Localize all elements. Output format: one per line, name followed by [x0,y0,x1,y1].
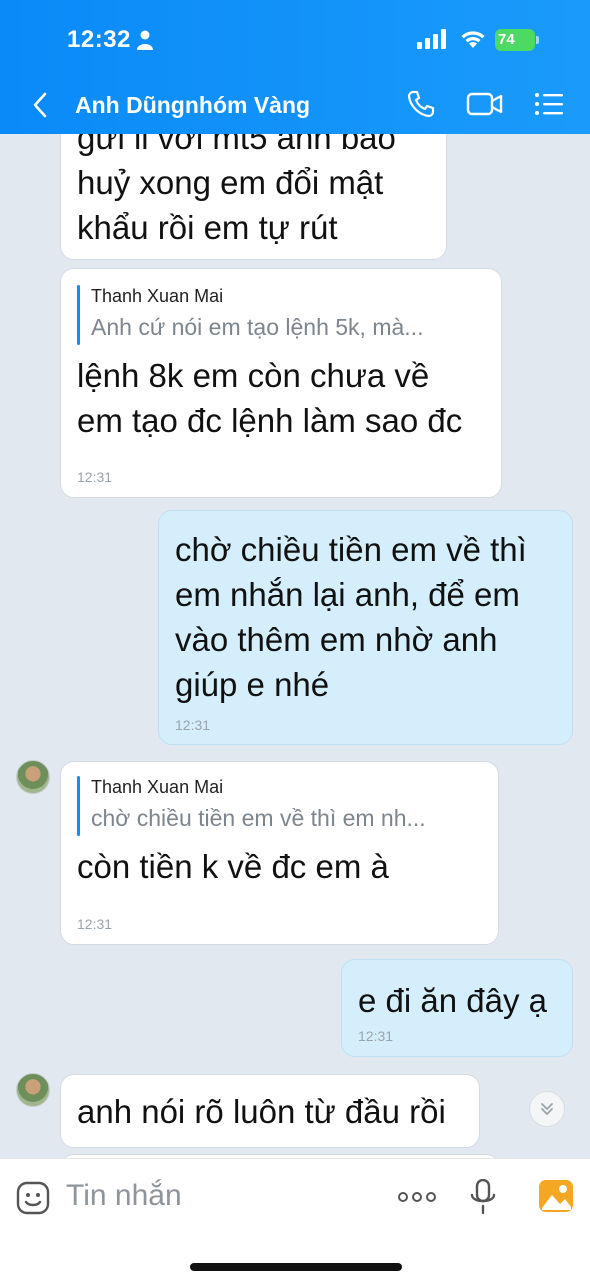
message-text: gửi lỉ với mt5 anh bảo huỷ xong em đổi m… [77,134,396,246]
signal-icon [417,29,446,49]
message-time: 12:31 [175,717,211,733]
status-time: 12:32 [67,26,131,53]
message-text: e đi ăn đây ạ [358,982,547,1019]
chat-header: 12:32 74 Anh Dũngnhóm Vàng [0,0,590,134]
quote-author: Thanh Xuan Mai [91,777,224,797]
message-input[interactable]: Tin nhắn [66,1179,182,1213]
person-icon [137,30,153,50]
message-text: anh nói rõ luôn từ đầu rồi [77,1093,446,1130]
message-bubble-incoming[interactable]: Thanh Xuan Mai Anh cứ nói em tạo lệnh 5k… [60,268,502,498]
message-bubble-incoming[interactable]: Thanh Xuan Mai chờ chiều tiền em về thì … [60,761,499,945]
message-bubble-outgoing[interactable]: chờ chiều tiền em về thì em nhắn lại anh… [158,510,573,745]
quote-author: Thanh Xuan Mai [91,286,224,306]
battery-tip [536,36,539,44]
chat-title[interactable]: Anh Dũngnhóm Vàng [75,92,310,119]
quote-text: chờ chiều tiền em về thì em nh... [91,805,426,831]
menu-icon[interactable] [534,91,564,117]
battery-icon: 74 [495,29,539,51]
quote-text: Anh cứ nói em tạo lệnh 5k, mà... [91,314,424,340]
back-icon[interactable] [30,90,50,120]
message-input-bar: Tin nhắn [0,1158,590,1280]
wifi-icon [461,31,485,48]
scroll-to-bottom-button[interactable] [529,1091,565,1127]
avatar[interactable] [16,760,50,794]
message-bubble-outgoing[interactable]: e đi ăn đây ạ 12:31 [341,959,573,1057]
message-text: chờ chiều tiền em về thì em nhắn lại anh… [175,531,527,703]
sticker-icon[interactable] [16,1181,50,1215]
message-bubble-incoming[interactable]: gửi lỉ với mt5 anh bảo huỷ xong em đổi m… [60,134,447,260]
call-icon[interactable] [406,89,436,119]
avatar[interactable] [16,1073,50,1107]
chevron-down-icon [541,1103,553,1116]
message-time: 12:31 [77,916,113,932]
status-bar: 12:32 74 [0,0,590,80]
battery-level: 74 [495,29,535,51]
more-icon[interactable] [397,1187,437,1207]
message-time: 12:31 [77,469,113,485]
nav-bar: Anh Dũngnhóm Vàng [0,80,590,134]
home-indicator [190,1263,402,1271]
message-time: 12:31 [358,1028,394,1044]
message-text: còn tiền k về đc em à [77,848,389,885]
mic-icon[interactable] [469,1179,497,1215]
message-list[interactable]: gửi lỉ với mt5 anh bảo huỷ xong em đổi m… [0,134,590,1158]
image-icon[interactable] [538,1179,574,1213]
video-call-icon[interactable] [466,91,504,117]
reply-quote[interactable]: Thanh Xuan Mai chờ chiều tiền em về thì … [77,774,482,836]
reply-quote[interactable]: Thanh Xuan Mai Anh cứ nói em tạo lệnh 5k… [77,283,485,345]
message-text: lệnh 8k em còn chưa về em tạo đc lệnh là… [77,357,463,439]
message-bubble-incoming[interactable]: anh nói rõ luôn từ đầu rồi [60,1074,480,1148]
